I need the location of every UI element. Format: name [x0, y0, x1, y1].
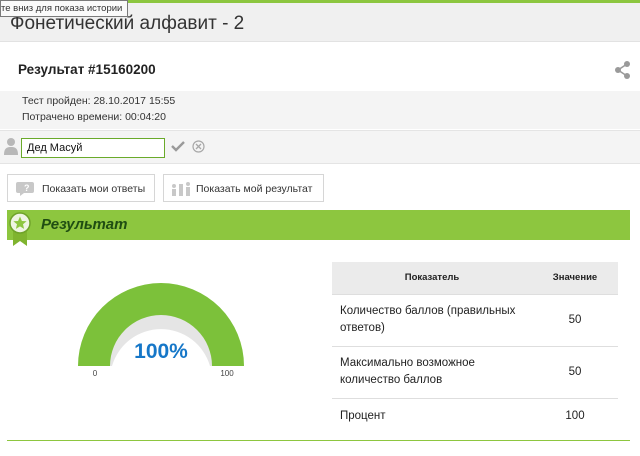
result-section-header: Результат: [7, 210, 630, 240]
result-section-title: Результат: [41, 216, 128, 233]
top-accent-line: [108, 0, 640, 3]
time-spent-text: Потрачено времени: 00:04:20: [22, 111, 166, 123]
result-header: Результат #15160200: [0, 43, 640, 90]
show-result-button[interactable]: Показать мой результат: [163, 174, 324, 202]
row-value: 50: [532, 345, 618, 398]
show-answers-label: Показать мои ответы: [42, 183, 146, 195]
row-value: 50: [532, 293, 618, 346]
table-header-indicator: Показатель: [332, 262, 532, 294]
table-row: Количество баллов (правильных ответов) 5…: [332, 293, 618, 346]
result-table: Показатель Значение Количество баллов (п…: [332, 262, 618, 434]
result-title: Результат #15160200: [18, 62, 156, 77]
gauge-percent-label: 100%: [134, 340, 188, 363]
svg-text:?: ?: [24, 183, 30, 193]
test-passed-text: Тест пройден: 28.10.2017 15:55: [22, 95, 176, 107]
user-icon: [4, 138, 18, 155]
section-bottom-line: [7, 440, 630, 441]
star-badge-icon: [9, 212, 31, 246]
show-result-label: Показать мой результат: [196, 183, 313, 195]
row-label: Количество баллов (правильных ответов): [332, 293, 532, 346]
table-header-value: Значение: [532, 262, 618, 294]
gauge-min-label: 0: [93, 369, 98, 378]
bar-chart-icon: [172, 182, 190, 196]
answers-icon: ?: [16, 182, 34, 196]
gauge-max-label: 100: [220, 369, 234, 378]
name-input[interactable]: [21, 138, 165, 158]
share-icon[interactable]: [614, 60, 632, 80]
show-answers-button[interactable]: ? Показать мои ответы: [7, 174, 155, 202]
table-row: Максимально возможное количество баллов …: [332, 345, 618, 398]
check-icon[interactable]: [171, 140, 185, 152]
row-value: 100: [532, 397, 618, 434]
row-label: Максимально возможное количество баллов: [332, 345, 532, 398]
name-row: [0, 130, 640, 164]
row-label: Процент: [332, 397, 532, 434]
score-gauge: 100% 0 100: [78, 283, 244, 378]
table-row: Процент 100: [332, 397, 618, 434]
result-meta: Тест пройден: 28.10.2017 15:55 Потрачено…: [0, 91, 640, 129]
cancel-icon[interactable]: [192, 140, 205, 153]
history-tooltip: те вниз для показа истории: [0, 0, 129, 17]
